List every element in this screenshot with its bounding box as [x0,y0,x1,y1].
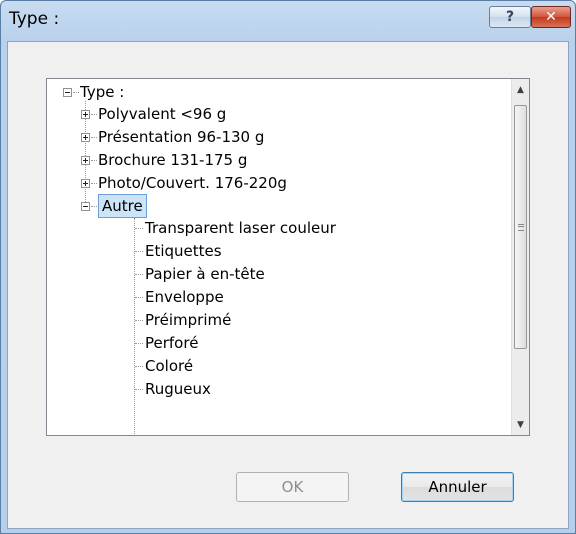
tree-leaf[interactable]: Enveloppe [145,286,224,308]
tree-connector [73,92,79,94]
expand-icon[interactable] [81,179,90,188]
tree-connector [91,114,97,116]
tree-connector [135,389,143,391]
dialog-body: Type : Polyvalent <96 g Présentation 96-… [7,41,569,529]
tree-node-brochure[interactable]: Brochure 131-175 g [98,149,247,171]
collapse-icon[interactable] [63,88,72,97]
expand-icon[interactable] [81,133,90,142]
tree-connector [91,160,97,162]
collapse-icon[interactable] [81,202,90,211]
tree-connector [135,297,143,299]
tree-connector [91,206,97,208]
tree-connector [135,274,143,276]
tree-node-presentation[interactable]: Présentation 96-130 g [98,126,264,148]
tree-connector [135,343,143,345]
tree-connector [135,320,143,322]
tree-connector [135,251,143,253]
grip-icon [518,224,524,231]
scroll-up-icon[interactable]: ▲ [512,81,529,98]
cancel-button[interactable]: Annuler [401,472,514,502]
vertical-scrollbar[interactable]: ▲ ▼ [511,79,529,435]
tree-connector [91,183,97,185]
help-button[interactable]: ? [489,6,531,28]
tree-connector [91,137,97,139]
close-icon: ✕ [545,9,557,25]
tree-leaf[interactable]: Rugueux [145,378,211,400]
window-title: Type : [9,9,60,29]
tree-node-polyvalent[interactable]: Polyvalent <96 g [98,103,226,125]
tree-leaf[interactable]: Papier à en-tête [145,263,265,285]
tree-root-node[interactable]: Type : [80,81,124,103]
tree-content: Type : Polyvalent <96 g Présentation 96-… [47,79,512,435]
expand-icon[interactable] [81,156,90,165]
title-bar[interactable]: Type : ? ✕ [1,1,575,41]
expand-icon[interactable] [81,110,90,119]
ok-button[interactable]: OK [236,472,349,502]
tree-leaf[interactable]: Etiquettes [145,240,222,262]
tree-node-photo[interactable]: Photo/Couvert. 176-220g [98,172,287,194]
type-tree-view[interactable]: Type : Polyvalent <96 g Présentation 96-… [46,78,530,436]
tree-connector [135,366,143,368]
tree-leaf[interactable]: Coloré [145,355,193,377]
tree-leaf[interactable]: Perforé [145,332,198,354]
tree-connector [135,228,143,230]
scrollbar-thumb[interactable] [514,105,527,349]
scroll-down-icon[interactable]: ▼ [512,416,529,433]
help-icon: ? [505,9,515,25]
tree-node-autre[interactable]: Autre [98,194,147,218]
tree-leaf[interactable]: Transparent laser couleur [145,217,336,239]
dialog-window: Type : ? ✕ Type : Polyvalent <96 g Prése… [0,0,576,534]
tree-leaf[interactable]: Préimprimé [145,309,231,331]
close-button[interactable]: ✕ [531,6,571,28]
